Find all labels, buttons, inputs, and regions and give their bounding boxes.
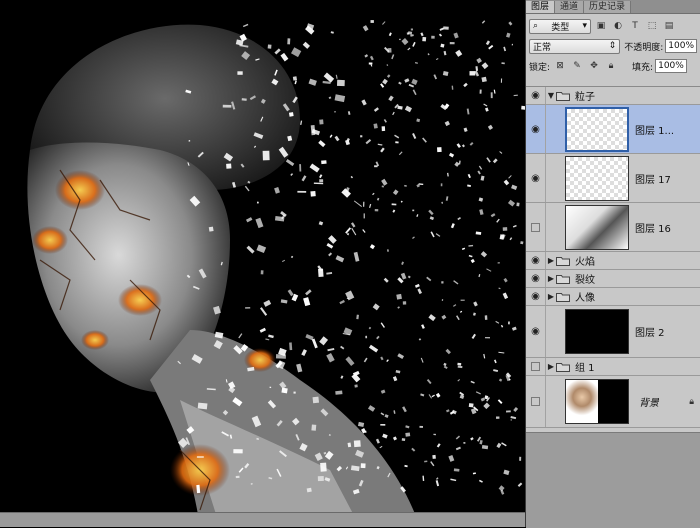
lock-label: 锁定: bbox=[529, 62, 551, 73]
type-filter-icon[interactable]: T bbox=[628, 19, 642, 33]
layer-group-1[interactable]: ▶ 组 1 bbox=[526, 358, 700, 376]
eye-icon[interactable]: ◉ bbox=[526, 306, 546, 357]
search-icon: ⌕ bbox=[533, 21, 539, 31]
tab-channels[interactable]: 通道 bbox=[555, 1, 585, 13]
layer-group-portrait[interactable]: ◉ ▶ 人像 bbox=[526, 288, 700, 306]
filter-kind-label: 类型 bbox=[551, 22, 570, 33]
filter-kind-select[interactable]: ⌕ 类型 ▾ bbox=[529, 18, 591, 34]
layer-name: 背景 bbox=[639, 398, 659, 409]
layer-name: 火焰 bbox=[575, 257, 595, 268]
eye-toggle[interactable] bbox=[526, 358, 546, 375]
eye-icon[interactable]: ◉ bbox=[526, 288, 546, 305]
folder-icon bbox=[556, 362, 570, 372]
layer-name: 图层 1... bbox=[635, 125, 675, 137]
layer-name: 裂纹 bbox=[575, 275, 595, 286]
layer-thumbnail bbox=[565, 309, 629, 354]
adjustment-filter-icon[interactable]: ◐ bbox=[611, 19, 625, 33]
collapse-arrow-icon[interactable]: ▶ bbox=[546, 292, 556, 301]
lock-icon: 🔒︎ bbox=[689, 396, 694, 407]
fill-input[interactable]: 100% bbox=[655, 59, 687, 73]
blend-mode-select[interactable]: 正常 ⇕ bbox=[529, 38, 621, 54]
collapse-arrow-icon[interactable]: ▶ bbox=[546, 274, 556, 283]
tab-history[interactable]: 历史记录 bbox=[584, 1, 632, 13]
blend-row: 正常 ⇕ 不透明度: 100% bbox=[526, 36, 700, 56]
filter-row: ⌕ 类型 ▾ ▣ ◐ T ⬚ ▤ bbox=[526, 16, 700, 36]
opacity-label: 不透明度: bbox=[624, 42, 664, 53]
expand-arrow-icon[interactable]: ▼ bbox=[546, 91, 556, 100]
layer-group-cracks[interactable]: ◉ ▶ 裂纹 bbox=[526, 270, 700, 288]
opacity-input[interactable]: 100% bbox=[665, 39, 697, 53]
lock-image-icon[interactable]: ✎ bbox=[570, 59, 584, 73]
layer-row-16[interactable]: 图层 16 bbox=[526, 203, 700, 252]
layer-name: 组 1 bbox=[575, 363, 595, 374]
layer-row-2[interactable]: ◉ 图层 2 bbox=[526, 306, 700, 358]
layer-name: 人像 bbox=[575, 293, 595, 304]
shape-filter-icon[interactable]: ⬚ bbox=[645, 19, 659, 33]
layer-thumbnail bbox=[565, 106, 629, 152]
eye-icon[interactable]: ◉ bbox=[526, 252, 546, 269]
layer-thumbnail bbox=[565, 155, 629, 201]
lock-all-icon[interactable]: 🔒︎ bbox=[604, 59, 618, 73]
layers-panel: 图层 通道 历史记录 ⌕ 类型 ▾ ▣ ◐ T ⬚ ▤ 正常 ⇕ 不透明度: 1… bbox=[525, 0, 700, 528]
chevron-icon: ⇕ bbox=[608, 41, 617, 51]
layer-thumbnail bbox=[565, 379, 629, 424]
chevron-down-icon: ▾ bbox=[582, 21, 587, 31]
eye-icon[interactable]: ◉ bbox=[526, 270, 546, 287]
layers-list: ◉ ▼ 粒子 ◉ 图层 1... ◉ 图层 17 图层 16 ◉ ▶ 火焰 ◉ … bbox=[526, 86, 700, 433]
folder-icon bbox=[556, 256, 570, 266]
layer-row-1[interactable]: ◉ 图层 1... bbox=[526, 105, 700, 154]
folder-icon bbox=[556, 274, 570, 284]
layer-group-fire[interactable]: ◉ ▶ 火焰 bbox=[526, 252, 700, 270]
layer-group-particles[interactable]: ◉ ▼ 粒子 bbox=[526, 87, 700, 105]
canvas-status-bar bbox=[0, 512, 525, 527]
panel-tabs: 图层 通道 历史记录 bbox=[526, 0, 700, 14]
lock-row: 锁定: ⊠ ✎ ✥ 🔒︎ 填充: 100% bbox=[526, 56, 700, 76]
document-canvas[interactable] bbox=[0, 0, 525, 527]
layer-thumbnail bbox=[565, 204, 629, 250]
lock-position-icon[interactable]: ✥ bbox=[587, 59, 601, 73]
artwork-image bbox=[27, 20, 525, 527]
tab-layers[interactable]: 图层 bbox=[526, 1, 556, 13]
layer-name: 图层 16 bbox=[635, 223, 671, 235]
layer-row-17[interactable]: ◉ 图层 17 bbox=[526, 154, 700, 203]
blend-mode-label: 正常 bbox=[533, 42, 552, 53]
collapse-arrow-icon[interactable]: ▶ bbox=[546, 362, 556, 371]
folder-icon bbox=[556, 292, 570, 302]
folder-icon bbox=[556, 91, 570, 101]
image-filter-icon[interactable]: ▣ bbox=[594, 19, 608, 33]
eye-toggle[interactable] bbox=[526, 203, 546, 251]
fill-label: 填充: bbox=[632, 62, 654, 73]
panel-footer bbox=[526, 432, 700, 528]
eye-toggle[interactable] bbox=[526, 376, 546, 427]
eye-icon[interactable]: ◉ bbox=[526, 87, 546, 104]
smart-object-filter-icon[interactable]: ▤ bbox=[662, 19, 676, 33]
eye-icon[interactable]: ◉ bbox=[526, 154, 546, 202]
layer-name: 图层 2 bbox=[635, 328, 665, 339]
layer-name: 粒子 bbox=[575, 92, 595, 103]
lock-transparent-icon[interactable]: ⊠ bbox=[553, 59, 567, 73]
layer-background[interactable]: 背景 🔒︎ bbox=[526, 376, 700, 428]
eye-icon[interactable]: ◉ bbox=[526, 105, 546, 153]
layer-name: 图层 17 bbox=[635, 174, 671, 186]
collapse-arrow-icon[interactable]: ▶ bbox=[546, 256, 556, 265]
